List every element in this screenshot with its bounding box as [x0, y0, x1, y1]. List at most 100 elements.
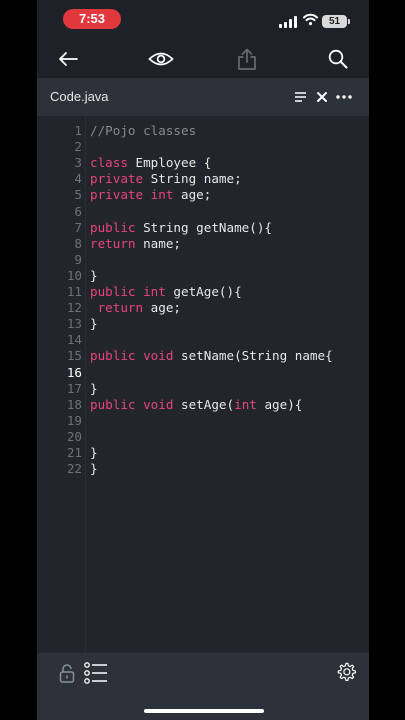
- file-name-tab[interactable]: Code.java: [50, 89, 109, 104]
- line-number: 8: [74, 235, 82, 251]
- keyword-token: public: [90, 396, 136, 412]
- code-line[interactable]: 7 public String getName(){: [37, 220, 369, 236]
- line-number: 7: [74, 219, 82, 235]
- line-number: 5: [74, 187, 82, 203]
- code-token: }: [90, 380, 98, 396]
- code-text: public String getName(){: [90, 220, 272, 236]
- file-tab-header: Code.java: [37, 78, 369, 116]
- code-line[interactable]: 14: [37, 332, 369, 348]
- code-line[interactable]: 9: [37, 252, 369, 268]
- list-icon[interactable]: [83, 661, 109, 685]
- code-line[interactable]: 3 class Employee {: [37, 155, 369, 171]
- code-line[interactable]: 11 public int getAge(){: [37, 284, 369, 300]
- code-token: }: [90, 316, 98, 332]
- line-number: 4: [74, 171, 82, 187]
- code-token: getAge(){: [165, 284, 242, 299]
- top-toolbar: [37, 40, 369, 78]
- line-number: 18: [66, 396, 82, 412]
- code-text: public void setAge(int age){: [90, 397, 302, 413]
- code-line[interactable]: 12 return age;: [37, 300, 369, 316]
- status-bar: 7:53 51: [37, 0, 369, 40]
- code-text: }: [90, 461, 98, 477]
- code-token: }: [90, 461, 98, 477]
- more-icon[interactable]: [333, 86, 355, 108]
- keyword-token: public: [90, 348, 136, 364]
- code-line[interactable]: 20: [37, 429, 369, 445]
- code-line[interactable]: 1 //Pojo classes: [37, 123, 369, 139]
- code-line[interactable]: 18 public void setAge(int age){: [37, 397, 369, 413]
- code-token: }: [90, 267, 98, 283]
- line-number: 19: [66, 412, 82, 428]
- back-arrow-icon[interactable]: [53, 44, 83, 74]
- keyword-token: return: [97, 300, 144, 316]
- code-line[interactable]: 4 private String name;: [37, 171, 369, 187]
- code-text: }: [90, 268, 98, 284]
- code-line[interactable]: 13}: [37, 316, 369, 332]
- code-text: return name;: [90, 236, 181, 252]
- line-number: 15: [66, 348, 82, 364]
- keyword-token: public: [90, 284, 136, 299]
- eye-icon[interactable]: [146, 44, 176, 74]
- code-token: }: [90, 445, 98, 460]
- search-icon[interactable]: [323, 44, 353, 74]
- keyword-token: int: [234, 396, 257, 412]
- code-editor[interactable]: 1 //Pojo classes 2 3 class Employee { 4 privat…: [37, 116, 369, 653]
- code-token: setName(String name{: [173, 348, 333, 364]
- keyword-token: private: [90, 187, 144, 203]
- lock-icon[interactable]: [57, 662, 77, 684]
- code-text: //Pojo classes: [90, 123, 196, 139]
- code-text: private String name;: [90, 171, 242, 187]
- code-token: Employee {: [127, 155, 212, 171]
- settings-gear-icon[interactable]: [334, 660, 358, 684]
- code-line[interactable]: 6: [37, 204, 369, 220]
- comment-token: //Pojo classes: [90, 123, 197, 138]
- code-text: private int age;: [90, 187, 211, 203]
- line-number: 1: [74, 123, 82, 138]
- format-lines-icon[interactable]: [289, 86, 311, 108]
- code-token: String name;: [143, 171, 242, 187]
- code-line[interactable]: 21}: [37, 445, 369, 461]
- keyword-token: public: [90, 219, 136, 235]
- code-text: class Employee {: [90, 155, 211, 171]
- line-number: 22: [66, 461, 82, 477]
- line-number: 6: [74, 203, 82, 219]
- line-number: 3: [74, 155, 82, 171]
- code-text: public void setName(String name{: [90, 348, 333, 364]
- line-number: 9: [74, 251, 82, 267]
- code-line[interactable]: 17}: [37, 381, 369, 397]
- code-line[interactable]: 8 return name;: [37, 236, 369, 252]
- share-icon[interactable]: [232, 44, 262, 74]
- code-text: }: [90, 381, 98, 397]
- code-line[interactable]: 16: [37, 365, 369, 381]
- wifi-icon: [303, 13, 318, 26]
- cellular-signal-icon: [279, 16, 297, 28]
- code-line[interactable]: 2: [37, 139, 369, 155]
- code-text: return age;: [90, 300, 181, 316]
- code-line[interactable]: 5 private int age;: [37, 187, 369, 203]
- line-number: 14: [66, 332, 82, 348]
- code-token: age;: [173, 187, 212, 203]
- close-icon[interactable]: [311, 86, 333, 108]
- app-screen: 7:53 51 Code.java 1 //Pojo classes 2 3 c…: [37, 0, 369, 720]
- code-text: }: [90, 316, 98, 332]
- code-text: }: [90, 445, 98, 461]
- code-line[interactable]: 15 public void setName(String name{: [37, 348, 369, 364]
- line-number: 21: [66, 445, 82, 460]
- code-line[interactable]: 22}: [37, 461, 369, 477]
- code-line[interactable]: 10}: [37, 268, 369, 284]
- battery-indicator: 51: [322, 15, 350, 28]
- keyword-token: void: [143, 396, 174, 412]
- code-token: String getName(){: [135, 219, 272, 235]
- code-token: age;: [143, 300, 182, 316]
- code-token: setAge(: [173, 396, 235, 412]
- code-line[interactable]: 19: [37, 413, 369, 429]
- keyword-token: int: [150, 187, 174, 203]
- home-indicator: [144, 709, 264, 713]
- code-token: age){: [256, 396, 303, 412]
- line-number: 10: [66, 267, 82, 283]
